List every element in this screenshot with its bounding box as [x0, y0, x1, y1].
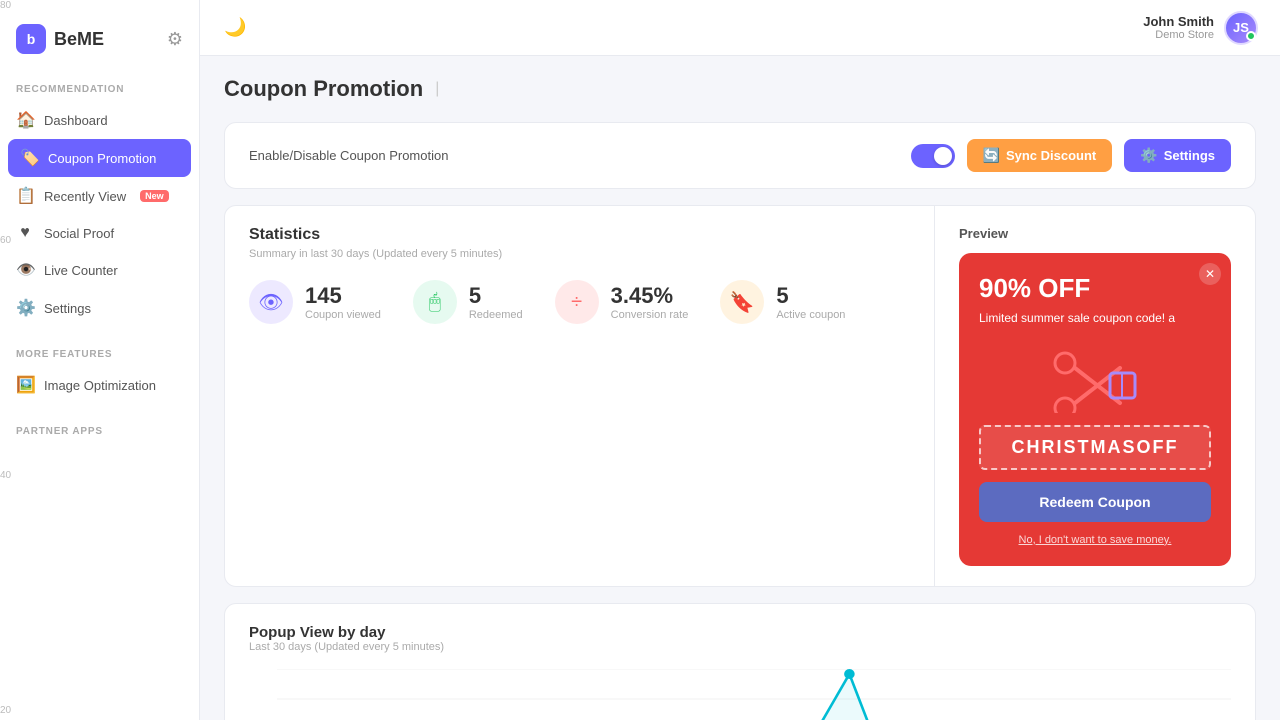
- stat-active-coupon-info: 5 Active coupon: [776, 283, 845, 321]
- sidebar-gear-icon[interactable]: ⚙: [167, 29, 183, 50]
- settings-btn-icon: ⚙️: [1140, 147, 1157, 164]
- sidebar-logo: b BeME ⚙: [0, 16, 199, 74]
- user-store: Demo Store: [1143, 29, 1214, 41]
- coupon-discount: 90% OFF: [979, 273, 1211, 304]
- preview-title: Preview: [959, 226, 1231, 241]
- active-coupon-icon: 🔖: [720, 280, 764, 324]
- sidebar-item-recently-view[interactable]: 📋 Recently View New: [0, 177, 199, 215]
- stat-redeemed-label: Redeemed: [469, 309, 523, 321]
- user-name: John Smith: [1143, 14, 1214, 29]
- coupon-preview-card: ✕ 90% OFF Limited summer sale coupon cod…: [959, 253, 1231, 566]
- redeem-button[interactable]: Redeem Coupon: [979, 482, 1211, 522]
- partner-apps-section-label: PARTNER APPS: [0, 416, 199, 443]
- settings-icon: ⚙️: [16, 298, 34, 318]
- decline-link[interactable]: No, I don't want to save money.: [979, 534, 1211, 546]
- online-indicator: [1246, 31, 1256, 41]
- sidebar-item-label: Coupon Promotion: [48, 151, 156, 166]
- user-info: John Smith Demo Store: [1143, 14, 1214, 41]
- sidebar: b BeME ⚙ RECOMMENDATION 🏠 Dashboard 🏷️ C…: [0, 0, 200, 720]
- topbar-left: 🌙: [224, 17, 246, 38]
- conversion-icon: ÷: [555, 280, 599, 324]
- stat-conversion: ÷ 3.45% Conversion rate: [555, 280, 689, 324]
- sidebar-item-dashboard[interactable]: 🏠 Dashboard: [0, 101, 199, 139]
- coupon-close-button[interactable]: ✕: [1199, 263, 1221, 285]
- scissors-illustration: [1050, 343, 1140, 413]
- sidebar-item-social-proof[interactable]: ♥ Social Proof: [0, 215, 199, 251]
- redeemed-icon: 🖱: [413, 280, 457, 324]
- avatar-container: JS: [1224, 11, 1256, 45]
- statistics-title: Statistics: [249, 226, 910, 244]
- app-name: BeME: [54, 29, 104, 50]
- sync-icon: 🔄: [983, 147, 1000, 164]
- preview-section: Preview ✕ 90% OFF Limited summer sale co…: [935, 206, 1255, 586]
- stats-grid: 👁 145 Coupon viewed 🖱 5 Redeemed: [249, 280, 910, 324]
- sidebar-item-label: Dashboard: [44, 113, 108, 128]
- coupon-viewed-icon: 👁: [249, 280, 293, 324]
- toggle-thumb: [934, 147, 952, 165]
- chart-card: Popup View by day Last 30 days (Updated …: [224, 603, 1256, 720]
- stat-coupon-viewed-value: 145: [305, 283, 381, 309]
- stat-redeemed-info: 5 Redeemed: [469, 283, 523, 321]
- main-content: 🌙 John Smith Demo Store JS Coupon Promot…: [200, 0, 1280, 720]
- stat-conversion-value: 3.45%: [611, 283, 689, 309]
- sidebar-item-live-counter[interactable]: 👁️ Live Counter: [0, 251, 199, 289]
- stat-redeemed-value: 5: [469, 283, 523, 309]
- coupon-description: Limited summer sale coupon code! a: [979, 310, 1211, 327]
- more-features-section-label: MORE FEATURES: [0, 339, 199, 366]
- stat-conversion-info: 3.45% Conversion rate: [611, 283, 689, 321]
- image-optimization-icon: 🖼️: [16, 375, 34, 395]
- enable-toggle[interactable]: [911, 144, 955, 168]
- sidebar-item-coupon-promotion[interactable]: 🏷️ Coupon Promotion: [8, 139, 191, 177]
- page-title: Coupon Promotion: [224, 76, 423, 102]
- recommendation-section-label: RECOMMENDATION: [0, 74, 199, 101]
- enable-label: Enable/Disable Coupon Promotion: [249, 148, 448, 163]
- dashboard-icon: 🏠: [16, 110, 34, 130]
- stats-preview-card: Statistics Summary in last 30 days (Upda…: [224, 205, 1256, 587]
- sidebar-item-label: Image Optimization: [44, 378, 156, 393]
- page-content: Coupon Promotion | Enable/Disable Coupon…: [200, 56, 1280, 720]
- stat-coupon-viewed-label: Coupon viewed: [305, 309, 381, 321]
- coupon-icon: 🏷️: [20, 148, 38, 168]
- stat-coupon-viewed: 👁 145 Coupon viewed: [249, 280, 381, 324]
- sync-discount-label: Sync Discount: [1006, 148, 1096, 163]
- chart-container: 80 60 40 20: [249, 669, 1231, 720]
- topbar-right: John Smith Demo Store JS: [1143, 11, 1256, 45]
- coupon-code: CHRISTMASOFF: [979, 425, 1211, 470]
- settings-button[interactable]: ⚙️ Settings: [1124, 139, 1231, 172]
- stat-conversion-label: Conversion rate: [611, 309, 689, 321]
- enable-bar: Enable/Disable Coupon Promotion 🔄 Sync D…: [225, 123, 1255, 188]
- dark-mode-icon[interactable]: 🌙: [224, 17, 246, 38]
- stats-preview-row: Statistics Summary in last 30 days (Upda…: [225, 206, 1255, 586]
- page-title-divider: |: [435, 80, 439, 98]
- sidebar-item-label: Social Proof: [44, 226, 114, 241]
- recently-view-icon: 📋: [16, 186, 34, 206]
- chart-subtitle: Last 30 days (Updated every 5 minutes): [249, 641, 1231, 653]
- live-counter-icon: 👁️: [16, 260, 34, 280]
- sync-discount-button[interactable]: 🔄 Sync Discount: [967, 139, 1113, 172]
- chart-svg: [277, 669, 1231, 720]
- stat-active-coupon: 🔖 5 Active coupon: [720, 280, 845, 324]
- enable-disable-card: Enable/Disable Coupon Promotion 🔄 Sync D…: [224, 122, 1256, 189]
- stat-redeemed: 🖱 5 Redeemed: [413, 280, 523, 324]
- sidebar-item-label: Live Counter: [44, 263, 118, 278]
- enable-right: 🔄 Sync Discount ⚙️ Settings: [911, 139, 1231, 172]
- chart-title: Popup View by day: [249, 624, 1231, 641]
- statistics-section: Statistics Summary in last 30 days (Upda…: [225, 206, 935, 586]
- sidebar-item-label: Settings: [44, 301, 91, 316]
- coupon-illustration: [979, 343, 1211, 413]
- settings-label: Settings: [1164, 148, 1215, 163]
- sidebar-item-label: Recently View: [44, 189, 126, 204]
- new-badge: New: [140, 190, 169, 202]
- statistics-subtitle: Summary in last 30 days (Updated every 5…: [249, 248, 910, 260]
- stat-active-coupon-label: Active coupon: [776, 309, 845, 321]
- social-proof-icon: ♥: [16, 224, 34, 242]
- stat-active-coupon-value: 5: [776, 283, 845, 309]
- topbar: 🌙 John Smith Demo Store JS: [200, 0, 1280, 56]
- sidebar-item-settings[interactable]: ⚙️ Settings: [0, 289, 199, 327]
- page-header: Coupon Promotion |: [224, 76, 1256, 102]
- sidebar-item-image-optimization[interactable]: 🖼️ Image Optimization: [0, 366, 199, 404]
- app-logo-icon: b: [16, 24, 46, 54]
- stat-coupon-viewed-info: 145 Coupon viewed: [305, 283, 381, 321]
- chart-svg-area: [277, 669, 1231, 720]
